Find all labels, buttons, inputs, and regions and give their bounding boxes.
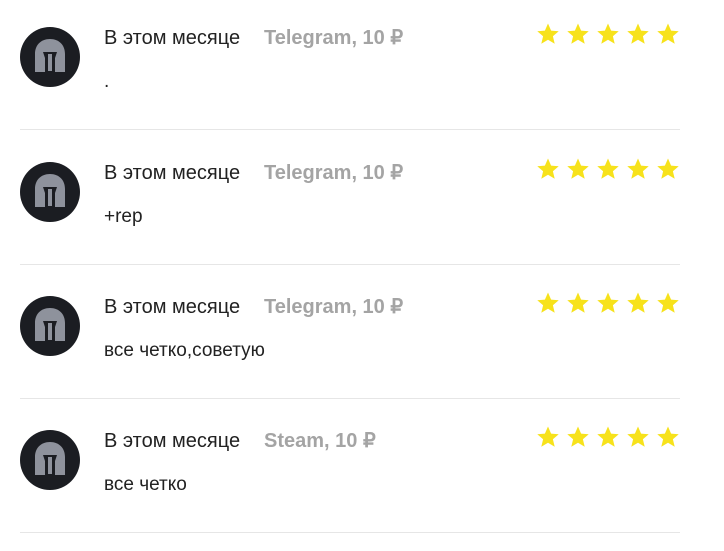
star-icon: [567, 23, 589, 44]
review-product: Telegram, 10 ₽: [264, 27, 404, 49]
spartan-helmet-icon: [35, 174, 65, 207]
review-comment: все четко,советую: [104, 340, 265, 361]
star-icon: [597, 23, 619, 44]
star-icon: [657, 292, 679, 313]
star-icon: [567, 292, 589, 313]
avatar[interactable]: [20, 430, 80, 490]
star-icon: [567, 158, 589, 179]
star-icon: [537, 158, 559, 179]
star-icon: [657, 23, 679, 44]
review-item: В этом месяце Telegram, 10 ₽ .: [20, 0, 680, 130]
star-icon: [537, 23, 559, 44]
star-icon: [627, 23, 649, 44]
review-item: В этом месяце Telegram, 10 ₽ +rep: [20, 131, 680, 265]
rating-stars: [536, 425, 680, 449]
review-period: В этом месяце: [104, 430, 241, 452]
star-icon: [627, 158, 649, 179]
review-item: В этом месяце Steam, 10 ₽ все четко: [20, 399, 680, 533]
spartan-helmet-icon: [35, 308, 65, 341]
rating-stars: [536, 22, 680, 46]
star-icon: [657, 158, 679, 179]
star-icon: [597, 292, 619, 313]
avatar[interactable]: [20, 162, 80, 222]
star-icon: [627, 426, 649, 447]
spartan-helmet-icon: [35, 39, 65, 72]
review-comment: .: [104, 71, 110, 92]
review-product: Telegram, 10 ₽: [264, 162, 404, 184]
review-product: Telegram, 10 ₽: [264, 296, 404, 318]
star-icon: [657, 426, 679, 447]
review-period: В этом месяце: [104, 162, 241, 184]
spartan-helmet-icon: [35, 442, 65, 475]
review-period: В этом месяце: [104, 27, 241, 49]
star-icon: [537, 426, 559, 447]
rating-stars: [536, 157, 680, 181]
review-product: Steam, 10 ₽: [264, 430, 376, 452]
star-icon: [597, 158, 619, 179]
review-comment: все четко: [104, 474, 187, 495]
star-icon: [627, 292, 649, 313]
review-item: В этом месяце Telegram, 10 ₽ все четко,с…: [20, 265, 680, 399]
star-icon: [567, 426, 589, 447]
review-period: В этом месяце: [104, 296, 241, 318]
avatar[interactable]: [20, 27, 80, 87]
star-icon: [537, 292, 559, 313]
rating-stars: [536, 291, 680, 315]
star-icon: [597, 426, 619, 447]
review-comment: +rep: [104, 206, 143, 227]
reviews-list: В этом месяце Telegram, 10 ₽ . В этом ме…: [0, 0, 724, 551]
avatar[interactable]: [20, 296, 80, 356]
